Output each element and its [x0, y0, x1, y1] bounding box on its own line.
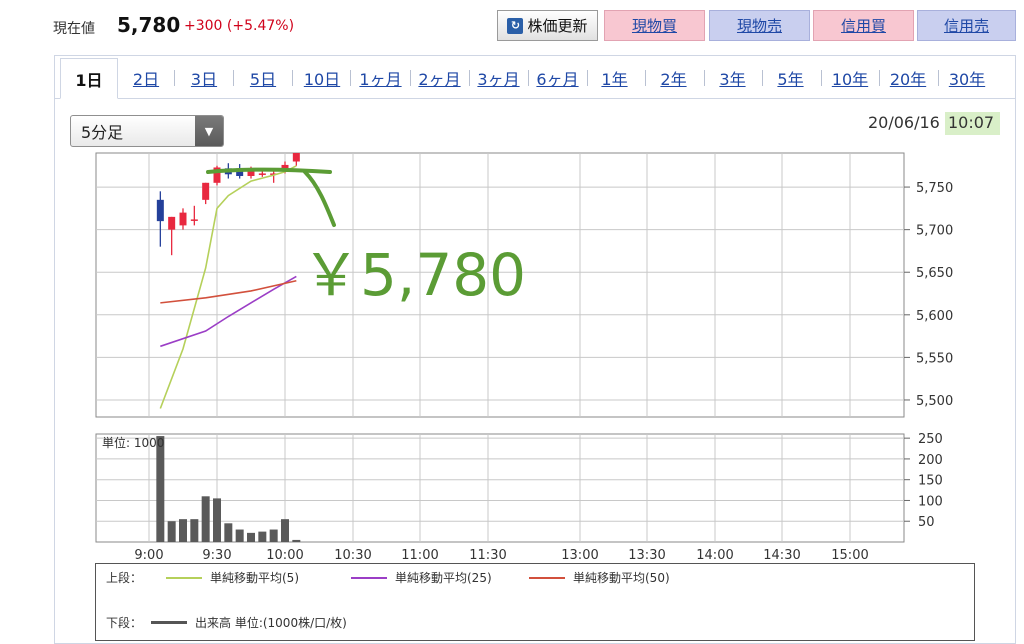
- time-tick-label: 9:30: [202, 548, 231, 563]
- legend-item-ma50: 単純移動平均(50): [529, 569, 670, 586]
- legend-item-ma25: 単純移動平均(25): [351, 569, 492, 586]
- volume-bar: [167, 521, 176, 542]
- volume-bar: [201, 496, 210, 542]
- time-tick-label: 14:00: [696, 548, 733, 563]
- time-tick-label: 13:00: [561, 548, 598, 563]
- time-tick-label: 13:30: [628, 548, 665, 563]
- price-tick-label: 5,700: [916, 224, 953, 239]
- legend-lower-label: 下段：: [106, 616, 143, 630]
- price-tick-label: 5,500: [916, 394, 953, 409]
- legend-item-volume: 出来高 単位:(1000株/口/枚): [151, 614, 347, 631]
- volume-tick-label: 250: [918, 432, 943, 447]
- legend-swatch-ma25: [351, 576, 387, 579]
- chart-legend: 上段： 単純移動平均(5) 単純移動平均(25) 単純移動平均(50) 下段： …: [95, 563, 975, 641]
- candle-body: [258, 173, 266, 175]
- candle-body: [292, 153, 300, 162]
- price-tick-label: 5,550: [916, 351, 953, 366]
- price-annotation: ￥5,780: [302, 241, 526, 309]
- time-tick-label: 10:00: [266, 548, 303, 563]
- volume-tick-label: 150: [918, 474, 943, 489]
- volume-bar: [224, 523, 233, 542]
- volume-bar: [179, 519, 187, 542]
- legend-swatch-ma5: [166, 576, 202, 579]
- legend-swatch-ma50: [529, 576, 565, 579]
- price-tick-label: 5,750: [916, 181, 953, 196]
- volume-tick-label: 50: [918, 515, 935, 530]
- volume-bar: [156, 436, 165, 542]
- time-tick-label: 15:00: [831, 548, 868, 563]
- stock-chart: 5,500 5,550 5,600 5,650 5,700 5,750 9:00 9:30 10…: [95, 152, 953, 563]
- volume-bar: [235, 529, 244, 542]
- legend-item-ma5: 単純移動平均(5): [166, 569, 299, 586]
- volume-bar: [258, 531, 267, 542]
- legend-label-ma25: 単純移動平均(25): [395, 571, 492, 585]
- volume-bar: [269, 529, 278, 542]
- price-tick-label: 5,650: [916, 266, 953, 281]
- time-tick-label: 9:00: [134, 548, 163, 563]
- candle-body: [156, 199, 164, 222]
- legend-label-volume: 出来高 単位:(1000株/口/枚): [195, 616, 347, 630]
- candle-body: [190, 219, 198, 221]
- legend-swatch-volume: [151, 621, 187, 624]
- candle-body: [168, 216, 176, 230]
- volume-bar: [190, 519, 199, 542]
- volume-bar: [281, 519, 289, 542]
- candle-body: [179, 212, 187, 226]
- legend-label-ma50: 単純移動平均(50): [573, 571, 670, 585]
- time-tick-label: 11:00: [401, 548, 438, 563]
- time-tick-label: 10:30: [334, 548, 371, 563]
- time-tick-label: 11:30: [469, 548, 506, 563]
- volume-tick-label: 100: [918, 494, 943, 509]
- candle-body: [202, 182, 210, 200]
- legend-upper-label: 上段：: [106, 571, 143, 585]
- legend-label-ma5: 単純移動平均(5): [210, 571, 299, 585]
- time-tick-label: 14:30: [763, 548, 800, 563]
- volume-bar: [292, 539, 301, 542]
- candle: [213, 165, 221, 186]
- volume-bar: [247, 532, 255, 542]
- volume-unit-title: 単位: 1000: [102, 435, 164, 450]
- price-tick-label: 5,600: [916, 309, 953, 324]
- volume-bar: [213, 498, 221, 542]
- volume-tick-label: 200: [918, 453, 943, 468]
